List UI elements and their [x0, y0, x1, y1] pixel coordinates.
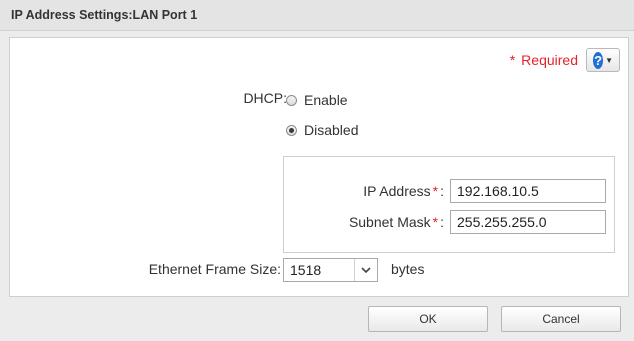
- help-circle-icon: ?: [593, 51, 604, 69]
- dhcp-enable-radio[interactable]: [286, 94, 297, 106]
- ip-address-input[interactable]: [450, 179, 606, 203]
- subnet-mask-input[interactable]: [450, 210, 606, 234]
- dialog-title: IP Address Settings:LAN Port 1: [11, 8, 198, 22]
- required-star: *: [509, 52, 516, 68]
- dhcp-enable-label: Enable: [304, 92, 348, 108]
- ok-button[interactable]: OK: [368, 306, 488, 332]
- subnet-mask-row: Subnet Mask * :: [349, 210, 606, 234]
- chevron-down-icon: ▼: [605, 55, 613, 65]
- help-button[interactable]: ? ▼: [586, 48, 620, 72]
- required-label: Required: [521, 52, 578, 68]
- ethernet-frame-size-label: Ethernet Frame Size:: [148, 261, 281, 277]
- ip-address-colon: :: [440, 183, 444, 199]
- required-indicator: * Required ? ▼: [510, 48, 620, 72]
- static-ip-group: IP Address * : Subnet Mask * :: [283, 156, 615, 253]
- dhcp-label: DHCP:: [243, 90, 287, 106]
- ethernet-frame-size-value: 1518: [290, 262, 322, 278]
- dhcp-disabled-label: Disabled: [304, 122, 359, 138]
- ethernet-frame-size-unit: bytes: [391, 261, 425, 277]
- dhcp-disabled-radio[interactable]: [286, 124, 297, 136]
- ip-address-row: IP Address * :: [363, 179, 606, 203]
- dhcp-enable-option[interactable]: Enable: [286, 92, 348, 108]
- dhcp-disabled-option[interactable]: Disabled: [286, 122, 358, 138]
- ip-settings-dialog: IP Address Settings:LAN Port 1 * Require…: [0, 0, 634, 341]
- subnet-mask-colon: :: [440, 214, 444, 230]
- chevron-down-icon[interactable]: [354, 259, 377, 281]
- dialog-content: * Required ? ▼ DHCP: Enable Disabled IP …: [9, 37, 629, 297]
- ethernet-frame-size-select[interactable]: 1518: [283, 258, 378, 282]
- ip-address-required-star: *: [432, 183, 439, 199]
- ip-address-label: IP Address: [363, 183, 431, 199]
- cancel-button[interactable]: Cancel: [501, 306, 621, 332]
- subnet-mask-required-star: *: [432, 214, 439, 230]
- dialog-titlebar: IP Address Settings:LAN Port 1: [0, 0, 634, 31]
- subnet-mask-label: Subnet Mask: [348, 214, 431, 230]
